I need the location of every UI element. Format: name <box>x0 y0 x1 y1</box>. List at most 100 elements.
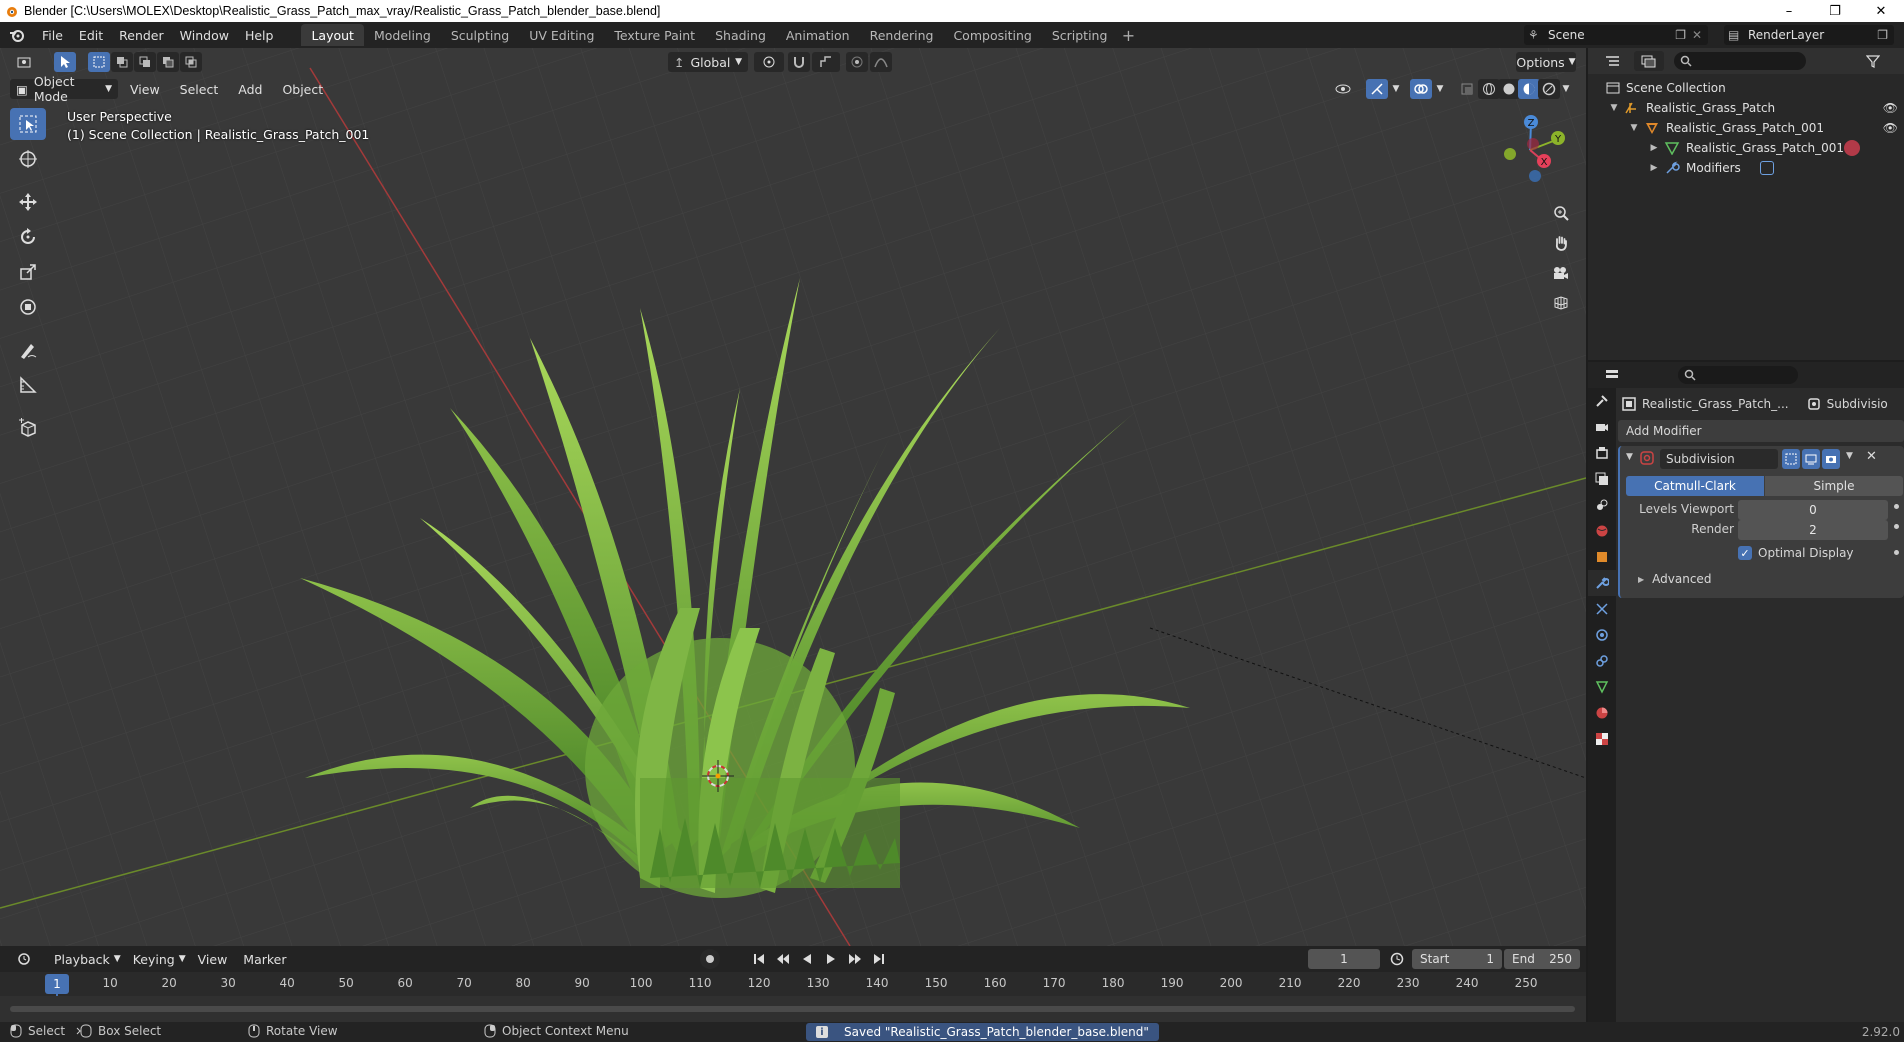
select-intersect-icon[interactable] <box>180 52 202 72</box>
end-frame-field[interactable]: End 250 <box>1504 949 1580 969</box>
constraints-tab-icon[interactable] <box>1588 648 1616 674</box>
expand-arrow-icon[interactable]: ▼ <box>1628 123 1640 133</box>
jump-to-start-icon[interactable] <box>748 949 770 969</box>
chevron-down-icon[interactable]: ▼ <box>1558 79 1574 99</box>
jump-to-keyframe-forward-icon[interactable] <box>844 949 866 969</box>
texture-tab-icon[interactable] <box>1588 726 1616 752</box>
new-render-layer-icon[interactable]: ❐ <box>1877 28 1888 42</box>
tab-shading[interactable]: Shading <box>705 24 776 46</box>
view-layer-tab-icon[interactable] <box>1588 466 1616 492</box>
render-levels-field[interactable]: 2 <box>1738 520 1888 540</box>
jump-to-keyframe-back-icon[interactable] <box>772 949 794 969</box>
chevron-down-icon[interactable]: ▼ <box>1432 79 1448 99</box>
camera-view-icon[interactable] <box>1548 258 1574 288</box>
optimal-display-checkbox[interactable]: ✓ Optimal Display <box>1738 546 1854 560</box>
outliner-search-input[interactable] <box>1674 52 1806 70</box>
show-gizmo-icon[interactable] <box>1366 79 1388 99</box>
timeline-track[interactable] <box>0 996 1586 1022</box>
jump-to-end-icon[interactable] <box>868 949 890 969</box>
proportional-edit-icon[interactable] <box>846 52 868 72</box>
render-tab-icon[interactable] <box>1588 414 1616 440</box>
expand-arrow-icon[interactable]: ▼ <box>1608 103 1620 113</box>
edit-mode-toggle-icon[interactable] <box>1782 449 1800 469</box>
properties-search-input[interactable] <box>1678 366 1798 384</box>
3d-viewport[interactable]: ↥ Global ▼ Options ▼ ▣ Object Mode ▼ Vie… <box>0 48 1586 946</box>
material-icon[interactable] <box>1844 140 1860 156</box>
tool-tab-icon[interactable] <box>1588 388 1616 414</box>
timeline-playhead[interactable]: 1 <box>45 974 69 994</box>
remove-modifier-icon[interactable]: ✕ <box>1866 449 1877 464</box>
select-subtract-icon[interactable] <box>134 52 156 72</box>
tab-modeling[interactable]: Modeling <box>364 24 441 46</box>
world-tab-icon[interactable] <box>1588 518 1616 544</box>
menu-edit[interactable]: Edit <box>71 22 111 48</box>
outliner-item-realistic-grass-patch[interactable]: ▼ Realistic_Grass_Patch 👁 <box>1588 98 1904 118</box>
simple-button[interactable]: Simple <box>1765 476 1903 496</box>
select-new-icon[interactable] <box>88 52 110 72</box>
select-invert-icon[interactable] <box>157 52 179 72</box>
physics-tab-icon[interactable] <box>1588 622 1616 648</box>
new-scene-icon[interactable]: ❐ <box>1675 28 1686 42</box>
annotate-tool[interactable] <box>10 334 46 366</box>
current-frame-field[interactable]: 1 <box>1308 949 1380 969</box>
expand-arrow-icon[interactable]: ▶ <box>1648 163 1660 173</box>
proportional-falloff-icon[interactable] <box>870 52 892 72</box>
viewport-menu-select[interactable]: Select <box>174 79 225 99</box>
object-mode-dropdown[interactable]: ▣ Object Mode ▼ <box>10 74 118 104</box>
measure-tool[interactable] <box>10 369 46 401</box>
menu-file[interactable]: File <box>34 22 71 48</box>
visibility-eye-icon[interactable]: 👁 <box>1883 101 1898 115</box>
add-workspace-button[interactable]: + <box>1117 26 1139 45</box>
zoom-icon[interactable] <box>1548 198 1574 228</box>
viewport-scene[interactable] <box>0 48 1586 946</box>
select-extend-icon[interactable] <box>111 52 133 72</box>
filter-icon[interactable] <box>1862 51 1884 71</box>
viewport-menu-object[interactable]: Object <box>276 79 329 99</box>
expand-arrow-icon[interactable]: ▶ <box>1648 143 1660 153</box>
blender-menu-icon[interactable] <box>0 27 34 43</box>
timeline-playback-menu[interactable]: Playback ▼ <box>48 949 127 969</box>
tab-uv-editing[interactable]: UV Editing <box>519 24 604 46</box>
animate-dot-icon[interactable] <box>1894 524 1899 529</box>
particles-tab-icon[interactable] <box>1588 596 1616 622</box>
viewport-menu-add[interactable]: Add <box>232 79 268 99</box>
viewport-menu-view[interactable]: View <box>124 79 166 99</box>
tab-rendering[interactable]: Rendering <box>860 24 944 46</box>
snap-icon[interactable] <box>788 52 810 72</box>
object-tab-icon[interactable] <box>1588 544 1616 570</box>
outliner-item-grass-patch-001[interactable]: ▼ Realistic_Grass_Patch_001 👁 <box>1588 118 1904 138</box>
pan-hand-icon[interactable] <box>1548 228 1574 258</box>
visibility-filter-icon[interactable] <box>1328 79 1358 99</box>
options-dropdown[interactable]: Options ▼ <box>1516 52 1576 72</box>
add-cube-tool[interactable] <box>10 412 46 444</box>
auto-keying-record-icon[interactable] <box>700 949 720 969</box>
pivot-point-icon[interactable] <box>754 52 784 72</box>
add-modifier-dropdown[interactable]: Add Modifier <box>1618 420 1904 442</box>
scene-tab-icon[interactable] <box>1588 492 1616 518</box>
chevron-down-icon[interactable]: ▼ <box>1846 451 1853 461</box>
outliner-item-modifiers[interactable]: ▶ Modifiers <box>1588 158 1904 178</box>
start-frame-field[interactable]: Start 1 <box>1412 949 1502 969</box>
outliner-scene-collection[interactable]: Scene Collection <box>1588 78 1904 98</box>
material-preview-shading-icon[interactable] <box>1518 79 1540 99</box>
show-overlays-icon[interactable] <box>1410 79 1432 99</box>
cursor-tool[interactable] <box>10 143 46 175</box>
collapse-arrow-icon[interactable]: ▼ <box>1626 452 1633 462</box>
menu-help[interactable]: Help <box>237 22 282 48</box>
scale-tool[interactable] <box>10 256 46 288</box>
play-icon[interactable] <box>820 949 842 969</box>
tab-texture-paint[interactable]: Texture Paint <box>604 24 705 46</box>
tab-scripting[interactable]: Scripting <box>1042 24 1118 46</box>
timeline-ruler[interactable]: 10 20 30 40 50 60 70 80 90 100 110 120 130 140 150 160 1… <box>0 972 1586 1022</box>
snap-target-icon[interactable] <box>812 52 840 72</box>
transform-orientation-dropdown[interactable]: ↥ Global ▼ <box>668 52 748 72</box>
play-reverse-icon[interactable] <box>796 949 818 969</box>
modifier-tab-icon[interactable] <box>1588 570 1616 596</box>
rendered-shading-icon[interactable] <box>1538 79 1560 99</box>
animate-dot-icon[interactable] <box>1894 550 1899 555</box>
outliner-item-mesh-data[interactable]: ▶ Realistic_Grass_Patch_001 <box>1588 138 1904 158</box>
rotate-tool[interactable] <box>10 221 46 253</box>
timeline-view-menu[interactable]: View <box>192 949 234 969</box>
advanced-subpanel-header[interactable]: ▶ Advanced <box>1638 572 1711 586</box>
mesh-data-tab-icon[interactable] <box>1588 674 1616 700</box>
